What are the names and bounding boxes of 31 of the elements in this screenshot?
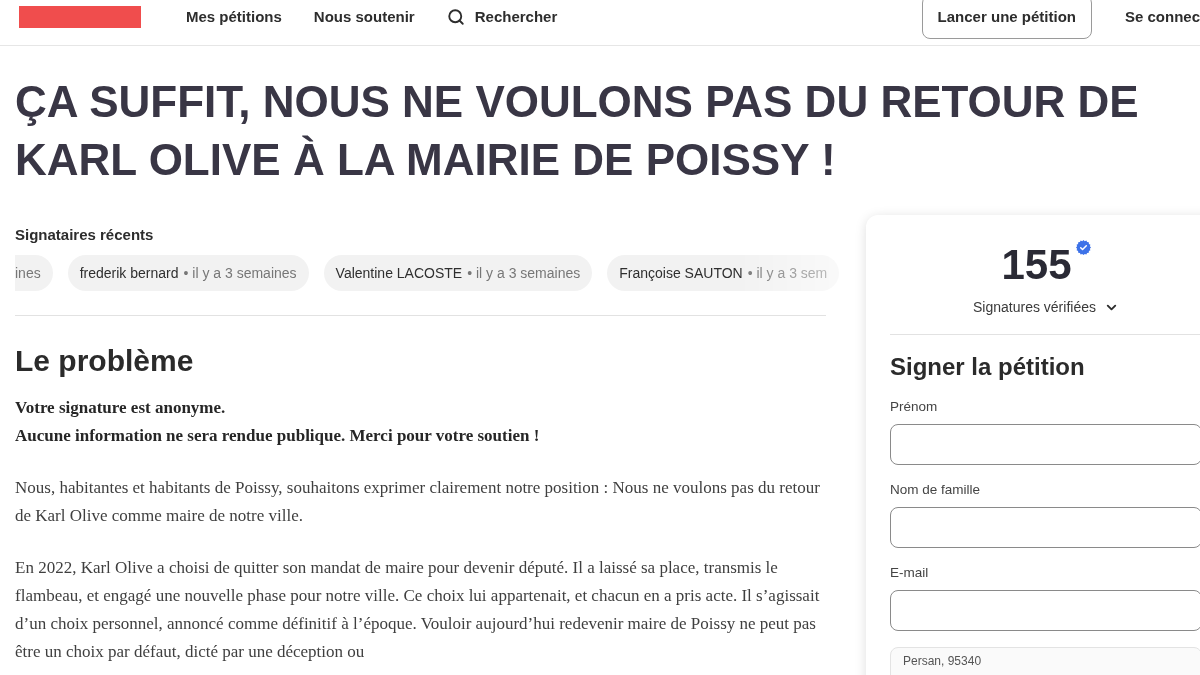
start-petition-button[interactable]: Lancer une pétition: [921, 0, 1092, 39]
field-label: Nom de famille: [890, 481, 982, 499]
search-link[interactable]: Rechercher: [446, 7, 558, 26]
body-paragraph: Nous, habitantes et habitants de Poissy, souhaitons exprimer clairement notre position : Nous ne voulons pas du retour de Karl Olive comme maire de notre ville.: [15, 477, 821, 527]
login-link[interactable]: Se connec: [1124, 8, 1200, 25]
input-field[interactable]: [890, 507, 1200, 548]
signer-name: Valentine LACOSTE: [335, 265, 463, 281]
field-label: E-mail: [890, 564, 930, 582]
signature-count: 155: [1001, 240, 1072, 290]
signed-time: • il y a 3 semaines: [183, 265, 297, 281]
input-field[interactable]: [890, 590, 1200, 631]
input-field[interactable]: [890, 424, 1200, 465]
notice-text: Votre signature est anonyme.: [15, 397, 227, 419]
signed-time: ines: [15, 265, 41, 281]
notice-text: Aucune information ne sera rendue publique. Merci pour votre soutien !: [15, 425, 541, 447]
nav-link[interactable]: Mes pétitions: [186, 8, 282, 25]
recent-signers-heading: Signataires récents: [15, 225, 155, 245]
form-heading: Signer la pétition: [890, 352, 1086, 382]
signer-name: Françoise SAUTON: [619, 265, 743, 281]
logo-placeholder[interactable]: [19, 5, 141, 28]
petition-title: ÇA SUFFIT, NOUS NE VOULONS PAS DU RETOUR DE KARL OLIVE À LA MAIRIE DE POISSY !: [15, 76, 1140, 186]
body-paragraph: En 2022, Karl Olive a choisi de quitter son mandat de maire pour devenir député. Il a laissé sa place, transmis le flambeau, et engagé une nouvelle phase pour notre ville. Ce choix lui appartenait, et chacun en a pris acte. Il s’agissait d’un choix personnel, annoncé comme définitif à l’époque. Vouloir aujourd’hui redevenir maire de Poissy ne peut pas être un choix par défaut, dicté par une déception ou: [15, 557, 821, 663]
field-label: Prénom: [890, 398, 939, 416]
signed-time: • il y a 3 semaines: [467, 265, 581, 281]
signer-name: frederik bernard: [79, 265, 179, 281]
signed-time: • il y a 3 sem: [747, 265, 828, 281]
signatures-toggle[interactable]: Signatures vérifiées: [973, 298, 1119, 316]
location-field[interactable]: Persan, 95340: [890, 647, 1200, 675]
search-icon: [446, 7, 465, 26]
section-heading: Le problème: [15, 343, 195, 379]
nav-link[interactable]: Nous soutenir: [313, 8, 415, 25]
